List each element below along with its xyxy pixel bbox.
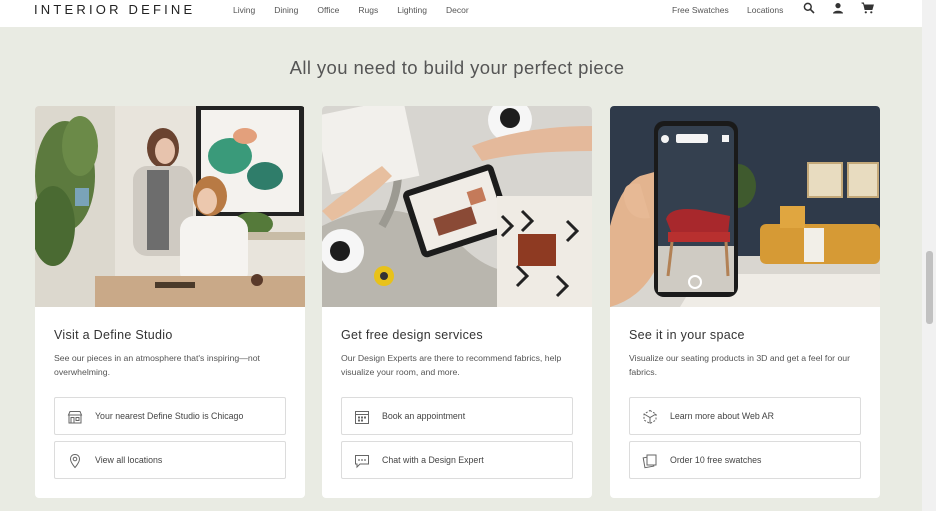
web-ar-button[interactable]: Learn more about Web AR xyxy=(629,397,861,435)
card-description: Our Design Experts are there to recommen… xyxy=(341,353,562,377)
nav-living[interactable]: Living xyxy=(233,5,255,15)
swatch-icon xyxy=(642,453,658,469)
nav-decor[interactable]: Decor xyxy=(446,5,469,15)
nav-lighting[interactable]: Lighting xyxy=(397,5,427,15)
cta-label: Your nearest Define Studio is Chicago xyxy=(95,411,244,421)
ar-cube-icon xyxy=(642,409,658,425)
book-appointment-button[interactable]: Book an appointment xyxy=(341,397,573,435)
ar-preview-photo xyxy=(610,106,880,307)
card-description: See our pieces in an atmosphere that's i… xyxy=(54,353,260,377)
main-nav: Living Dining Office Rugs Lighting Decor xyxy=(233,5,488,15)
cta-label: Order 10 free swatches xyxy=(670,455,762,465)
site-header: INTERIOR DEFINE Living Dining Office Rug… xyxy=(0,0,922,27)
nav-rugs[interactable]: Rugs xyxy=(358,5,378,15)
calendar-icon xyxy=(354,409,370,425)
card-title: Get free design services xyxy=(341,328,483,342)
page-scrollbar-thumb[interactable] xyxy=(926,251,933,324)
search-icon[interactable] xyxy=(803,1,817,15)
studio-photo xyxy=(35,106,305,307)
locations-link[interactable]: Locations xyxy=(747,5,783,15)
cta-label: Learn more about Web AR xyxy=(670,411,774,421)
design-services-photo xyxy=(322,106,592,307)
chat-expert-button[interactable]: Chat with a Design Expert xyxy=(341,441,573,479)
storefront-icon xyxy=(67,409,83,425)
location-pin-icon xyxy=(67,453,83,469)
cta-label: Chat with a Design Expert xyxy=(382,455,484,465)
card-title: See it in your space xyxy=(629,328,745,342)
nav-office[interactable]: Office xyxy=(317,5,339,15)
card-design-services: Get free design services Our Design Expe… xyxy=(322,106,592,498)
section-title: All you need to build your perfect piece xyxy=(289,57,625,78)
cart-icon[interactable] xyxy=(861,1,875,15)
card-title: Visit a Define Studio xyxy=(54,328,173,342)
nav-dining[interactable]: Dining xyxy=(274,5,298,15)
site-logo[interactable]: INTERIOR DEFINE xyxy=(34,2,195,17)
card-see-in-space: See it in your space Visualize our seati… xyxy=(610,106,880,498)
account-icon[interactable] xyxy=(832,1,846,15)
order-swatches-button[interactable]: Order 10 free swatches xyxy=(629,441,861,479)
view-locations-button[interactable]: View all locations xyxy=(54,441,286,479)
free-swatches-link[interactable]: Free Swatches xyxy=(672,5,729,15)
card-define-studio: Visit a Define Studio See our pieces in … xyxy=(35,106,305,498)
cta-label: View all locations xyxy=(95,455,163,465)
chat-icon xyxy=(354,453,370,469)
nearest-studio-button[interactable]: Your nearest Define Studio is Chicago xyxy=(54,397,286,435)
cta-label: Book an appointment xyxy=(382,411,466,421)
card-description: Visualize our seating products in 3D and… xyxy=(629,353,851,377)
